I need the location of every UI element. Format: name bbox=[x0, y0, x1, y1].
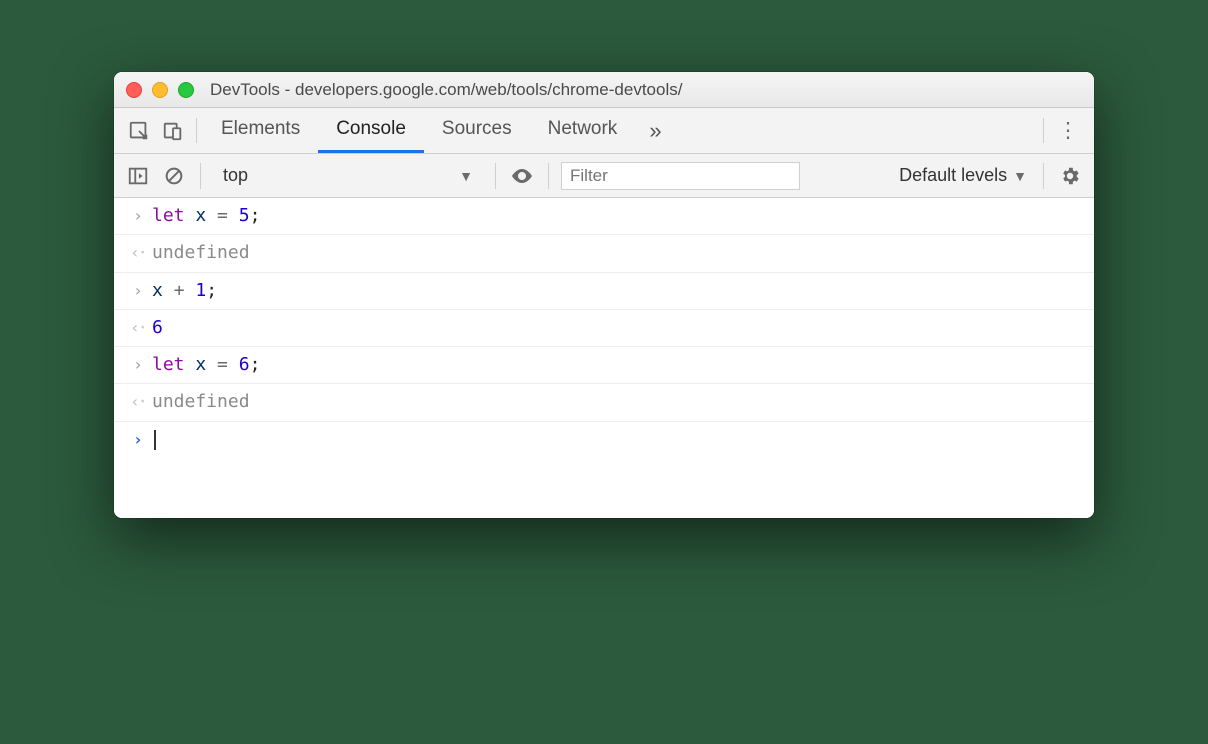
prompt-icon: › bbox=[124, 422, 152, 458]
tab-label: Sources bbox=[442, 118, 512, 140]
context-selector[interactable]: top ▼ bbox=[213, 161, 483, 191]
chevron-down-icon: ▼ bbox=[1013, 168, 1027, 184]
overflow-label: » bbox=[649, 118, 661, 144]
device-toggle-icon[interactable] bbox=[156, 108, 190, 154]
prompt-in-icon: › bbox=[124, 198, 152, 234]
filter-input[interactable] bbox=[561, 162, 800, 190]
console-prompt[interactable]: › bbox=[114, 422, 1094, 458]
prompt-input[interactable] bbox=[152, 422, 156, 458]
traffic-lights bbox=[126, 82, 194, 98]
menu-kebab-icon[interactable]: ⋮ bbox=[1050, 108, 1086, 153]
console-input-line: ›let x = 5; bbox=[114, 198, 1094, 235]
close-window-button[interactable] bbox=[126, 82, 142, 98]
window-title: DevTools - developers.google.com/web/too… bbox=[210, 80, 682, 100]
tabs: Elements Console Sources Network » bbox=[203, 108, 676, 153]
console-toolbar: top ▼ Default levels ▼ bbox=[114, 154, 1094, 198]
console-output-line: ‹•undefined bbox=[114, 235, 1094, 273]
minimize-window-button[interactable] bbox=[152, 82, 168, 98]
separator bbox=[200, 163, 201, 189]
tab-sources[interactable]: Sources bbox=[424, 108, 530, 153]
tab-label: Network bbox=[548, 118, 618, 140]
separator bbox=[1043, 118, 1044, 143]
devtools-window: DevTools - developers.google.com/web/too… bbox=[114, 72, 1094, 518]
console-output-line: ‹•6 bbox=[114, 310, 1094, 348]
code-text: 6 bbox=[152, 310, 163, 346]
context-value: top bbox=[223, 165, 248, 186]
console-input-line: ›let x = 6; bbox=[114, 347, 1094, 384]
prompt-out-icon: ‹• bbox=[124, 235, 152, 272]
code-text: let x = 5; bbox=[152, 198, 260, 234]
separator bbox=[548, 163, 549, 189]
sidebar-toggle-icon[interactable] bbox=[124, 162, 152, 190]
devtools-tabbar: Elements Console Sources Network » ⋮ bbox=[114, 108, 1094, 154]
tab-network[interactable]: Network bbox=[530, 108, 636, 153]
code-text: let x = 6; bbox=[152, 347, 260, 383]
console-output: ›let x = 5;‹•undefined›x + 1;‹•6›let x =… bbox=[114, 198, 1094, 518]
tab-elements[interactable]: Elements bbox=[203, 108, 318, 153]
tabs-overflow[interactable]: » bbox=[635, 108, 675, 153]
separator bbox=[1043, 163, 1044, 189]
code-text: x + 1; bbox=[152, 273, 217, 309]
window-titlebar: DevTools - developers.google.com/web/too… bbox=[114, 72, 1094, 108]
tab-console[interactable]: Console bbox=[318, 108, 424, 153]
separator bbox=[495, 163, 496, 189]
chevron-down-icon: ▼ bbox=[459, 168, 473, 184]
log-levels-selector[interactable]: Default levels ▼ bbox=[895, 165, 1031, 186]
code-text: undefined bbox=[152, 384, 250, 420]
log-levels-label: Default levels bbox=[899, 165, 1007, 186]
tab-label: Console bbox=[336, 118, 406, 140]
code-text: undefined bbox=[152, 235, 250, 271]
console-output-line: ‹•undefined bbox=[114, 384, 1094, 422]
prompt-in-icon: › bbox=[124, 347, 152, 383]
separator bbox=[196, 118, 197, 143]
console-input-line: ›x + 1; bbox=[114, 273, 1094, 310]
inspect-element-icon[interactable] bbox=[122, 108, 156, 154]
prompt-out-icon: ‹• bbox=[124, 384, 152, 421]
live-expression-icon[interactable] bbox=[508, 162, 536, 190]
tab-label: Elements bbox=[221, 118, 300, 140]
prompt-in-icon: › bbox=[124, 273, 152, 309]
maximize-window-button[interactable] bbox=[178, 82, 194, 98]
clear-console-icon[interactable] bbox=[160, 162, 188, 190]
console-settings-icon[interactable] bbox=[1056, 162, 1084, 190]
prompt-out-icon: ‹• bbox=[124, 310, 152, 347]
